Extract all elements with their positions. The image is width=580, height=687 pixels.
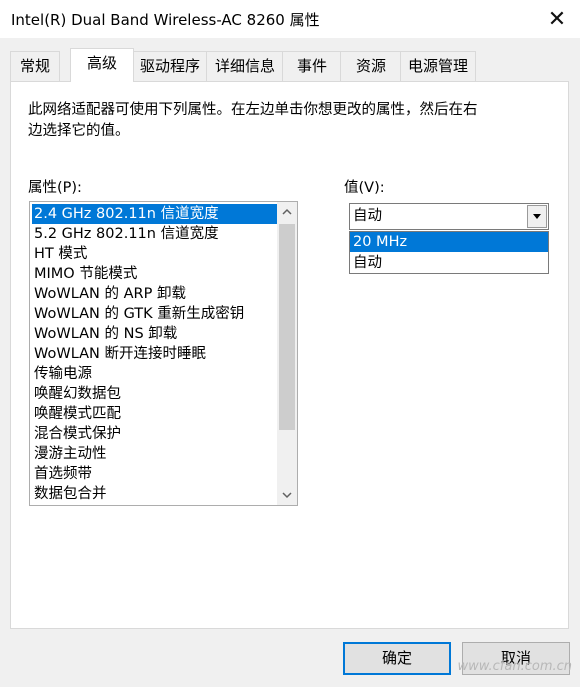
- list-item[interactable]: 传输电源: [32, 364, 279, 384]
- tab-events[interactable]: 事件: [282, 51, 342, 81]
- list-item[interactable]: WoWLAN 的 NS 卸载: [32, 324, 279, 344]
- window-title: Intel(R) Dual Band Wireless-AC 8260 属性: [11, 11, 320, 29]
- list-item[interactable]: 5.2 GHz 802.11n 信道宽度: [32, 224, 279, 244]
- tab-details[interactable]: 详细信息: [206, 51, 284, 81]
- title-bar: Intel(R) Dual Band Wireless-AC 8260 属性 ✕: [0, 0, 580, 38]
- tab-general[interactable]: 常规: [10, 51, 60, 81]
- tab-resources[interactable]: 资源: [340, 51, 402, 81]
- value-label: 值(V):: [344, 180, 385, 196]
- property-listbox[interactable]: 2.4 GHz 802.11n 信道宽度 5.2 GHz 802.11n 信道宽…: [29, 201, 298, 506]
- description-line: 此网络适配器可使用下列属性。在左边单击你想更改的属性，然后在右: [28, 102, 478, 118]
- list-item[interactable]: 2.4 GHz 802.11n 信道宽度: [32, 204, 279, 224]
- dropdown-option[interactable]: 自动: [350, 253, 548, 273]
- list-item[interactable]: WoWLAN 的 GTK 重新生成密钥: [32, 304, 279, 324]
- list-item[interactable]: HT 模式: [32, 244, 279, 264]
- tab-advanced[interactable]: 高级: [70, 48, 134, 82]
- triangle-down-icon: [533, 214, 541, 219]
- list-item[interactable]: 唤醒模式匹配: [32, 404, 279, 424]
- property-label: 属性(P):: [28, 180, 82, 196]
- chevron-up-icon[interactable]: [277, 202, 297, 222]
- watermark: www.cfan.com.cn: [457, 659, 572, 674]
- listbox-scrollbar[interactable]: [277, 202, 297, 505]
- dropdown-button[interactable]: [527, 205, 547, 228]
- value-dropdown-list: 20 MHz 自动: [349, 231, 549, 274]
- description-line: 边选择它的值。: [28, 123, 130, 139]
- description-text: 此网络适配器可使用下列属性。在左边单击你想更改的属性，然后在右 边选择它的值。: [28, 100, 528, 142]
- close-icon: ✕: [547, 6, 567, 32]
- list-item[interactable]: WoWLAN 的 ARP 卸载: [32, 284, 279, 304]
- chevron-down-icon[interactable]: [277, 485, 297, 505]
- value-combobox[interactable]: 自动: [349, 203, 549, 230]
- list-item[interactable]: 数据包合并: [32, 484, 279, 504]
- tab-strip: 常规 高级 驱动程序 详细信息 事件 资源 电源管理: [10, 48, 570, 82]
- combobox-value: 自动: [353, 208, 382, 224]
- close-button[interactable]: ✕: [534, 0, 580, 38]
- tab-power-management[interactable]: 电源管理: [400, 51, 476, 81]
- list-item[interactable]: MIMO 节能模式: [32, 264, 279, 284]
- list-item[interactable]: 漫游主动性: [32, 444, 279, 464]
- list-item[interactable]: 首选频带: [32, 464, 279, 484]
- list-item[interactable]: 唤醒幻数据包: [32, 384, 279, 404]
- tab-driver[interactable]: 驱动程序: [132, 51, 208, 81]
- list-item[interactable]: WoWLAN 断开连接时睡眠: [32, 344, 279, 364]
- list-item[interactable]: 混合模式保护: [32, 424, 279, 444]
- scroll-thumb[interactable]: [279, 224, 295, 430]
- dropdown-option[interactable]: 20 MHz: [350, 232, 548, 252]
- ok-button[interactable]: 确定: [343, 642, 451, 675]
